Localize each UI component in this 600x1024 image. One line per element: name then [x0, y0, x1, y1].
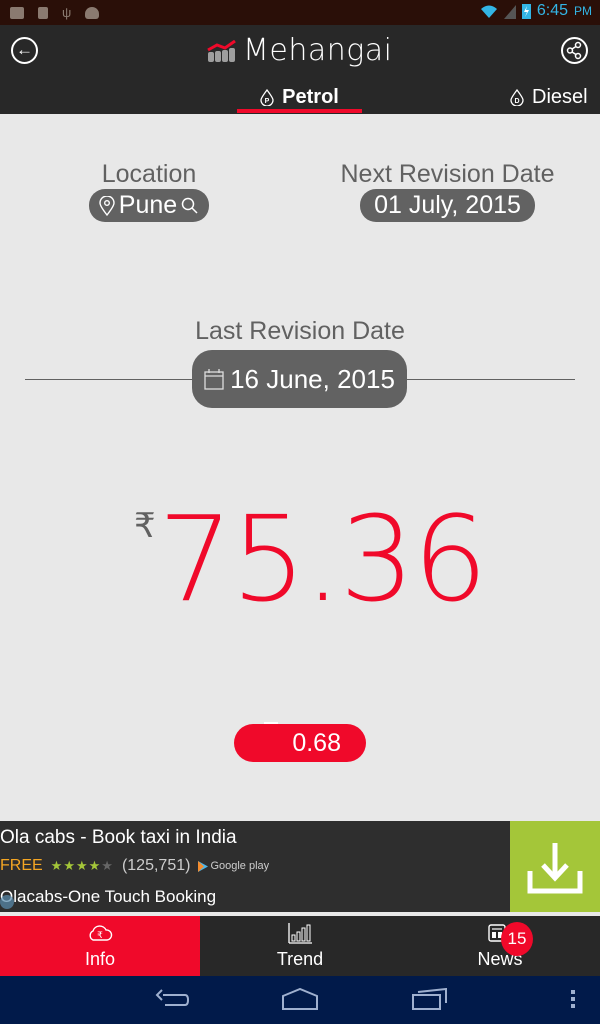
system-nav-bar [0, 976, 600, 1024]
rupee-cloud-icon: ₹ [89, 925, 113, 941]
last-revision-date-pill: 16 June, 2015 [192, 350, 407, 408]
google-play-icon [198, 860, 209, 872]
wifi-icon [480, 5, 497, 18]
signal-icon [503, 5, 516, 19]
app-logo: Mehangai [207, 33, 392, 68]
nav-news[interactable]: News [400, 916, 600, 976]
ad-title: Ola cabs - Book taxi in India [0, 827, 237, 848]
back-arrow-icon: ← [16, 40, 33, 59]
android-icon [85, 6, 100, 19]
nav-info[interactable]: ₹ Info [0, 916, 200, 976]
bar-chart-icon [288, 923, 312, 944]
nav-info-label: Info [84, 949, 116, 969]
price-change-value: 0.68 [292, 728, 341, 757]
rupee-symbol: ₹ [134, 507, 156, 545]
location-section: Location Pune [82, 160, 216, 222]
location-label: Location [101, 160, 197, 188]
tab-diesel[interactable]: D Diesel [510, 80, 588, 114]
active-tab-indicator [237, 109, 362, 113]
next-revision-label: Next Revision Date [340, 160, 555, 188]
nav-news-label: News [477, 949, 523, 969]
map-pin-icon [99, 195, 115, 216]
ad-download-button[interactable] [510, 821, 600, 912]
system-home-button[interactable] [282, 988, 318, 1010]
calendar-icon [204, 369, 224, 390]
ad-rating-count: (125,751) [121, 857, 191, 874]
tab-diesel-label: Diesel [532, 85, 588, 108]
ad-rating-stars: ★★★★★ [50, 858, 114, 873]
last-revision-label: Last Revision Date [195, 317, 405, 345]
status-bar: ψ 6:45 PM [0, 0, 600, 25]
ad-info-icon[interactable] [0, 895, 14, 909]
change-up-arrow-icon [264, 722, 278, 728]
news-count-badge: 15 [501, 922, 533, 956]
location-selector[interactable]: Pune [88, 189, 210, 222]
sd-card-icon [38, 6, 48, 19]
app-bar: ← Mehangai P Petrol D Diesel [0, 25, 600, 114]
system-back-button[interactable] [155, 988, 189, 1010]
ad-price: FREE [0, 857, 43, 874]
price-change-badge: 0.68 [234, 722, 366, 762]
next-revision-section: Next Revision Date 01 July, 2015 [330, 160, 565, 222]
ad-subtitle: Olacabs-One Touch Booking [0, 887, 217, 906]
clock-ampm: PM [574, 4, 592, 18]
petrol-drop-icon: P [260, 88, 274, 106]
next-revision-date: 01 July, 2015 [360, 189, 535, 222]
last-revision-date: 16 June, 2015 [230, 363, 395, 394]
nav-trend-label: Trend [276, 949, 324, 969]
ad-banner[interactable]: Ola cabs - Book taxi in India FREE ★★★★★… [0, 821, 600, 912]
logo-chart-icon [207, 39, 236, 62]
back-button[interactable]: ← [11, 37, 38, 64]
ad-meta-row: FREE ★★★★★ (125,751) Google play [0, 857, 269, 875]
diesel-drop-icon: D [510, 88, 524, 106]
usb-icon: ψ [62, 5, 72, 20]
fuel-price: ₹ 75.36 [130, 490, 488, 628]
price-value: 75.36 [158, 490, 488, 628]
svg-text:D: D [514, 98, 519, 105]
download-icon [527, 843, 583, 894]
share-icon [566, 41, 582, 60]
search-icon [181, 197, 198, 214]
system-recents-button[interactable] [412, 988, 448, 1010]
google-play-badge: Google play [198, 860, 269, 872]
gallery-icon [10, 6, 24, 19]
system-menu-button[interactable] [570, 988, 578, 1010]
svg-text:₹: ₹ [97, 930, 103, 940]
nav-trend[interactable]: Trend [200, 916, 400, 976]
svg-text:P: P [265, 98, 270, 105]
clock-time: 6:45 [536, 2, 568, 19]
tab-petrol-label: Petrol [282, 85, 339, 108]
location-value: Pune [118, 191, 178, 219]
battery-charging-icon [521, 4, 531, 19]
share-button[interactable] [561, 37, 588, 64]
app-title: Mehangai [243, 33, 393, 68]
